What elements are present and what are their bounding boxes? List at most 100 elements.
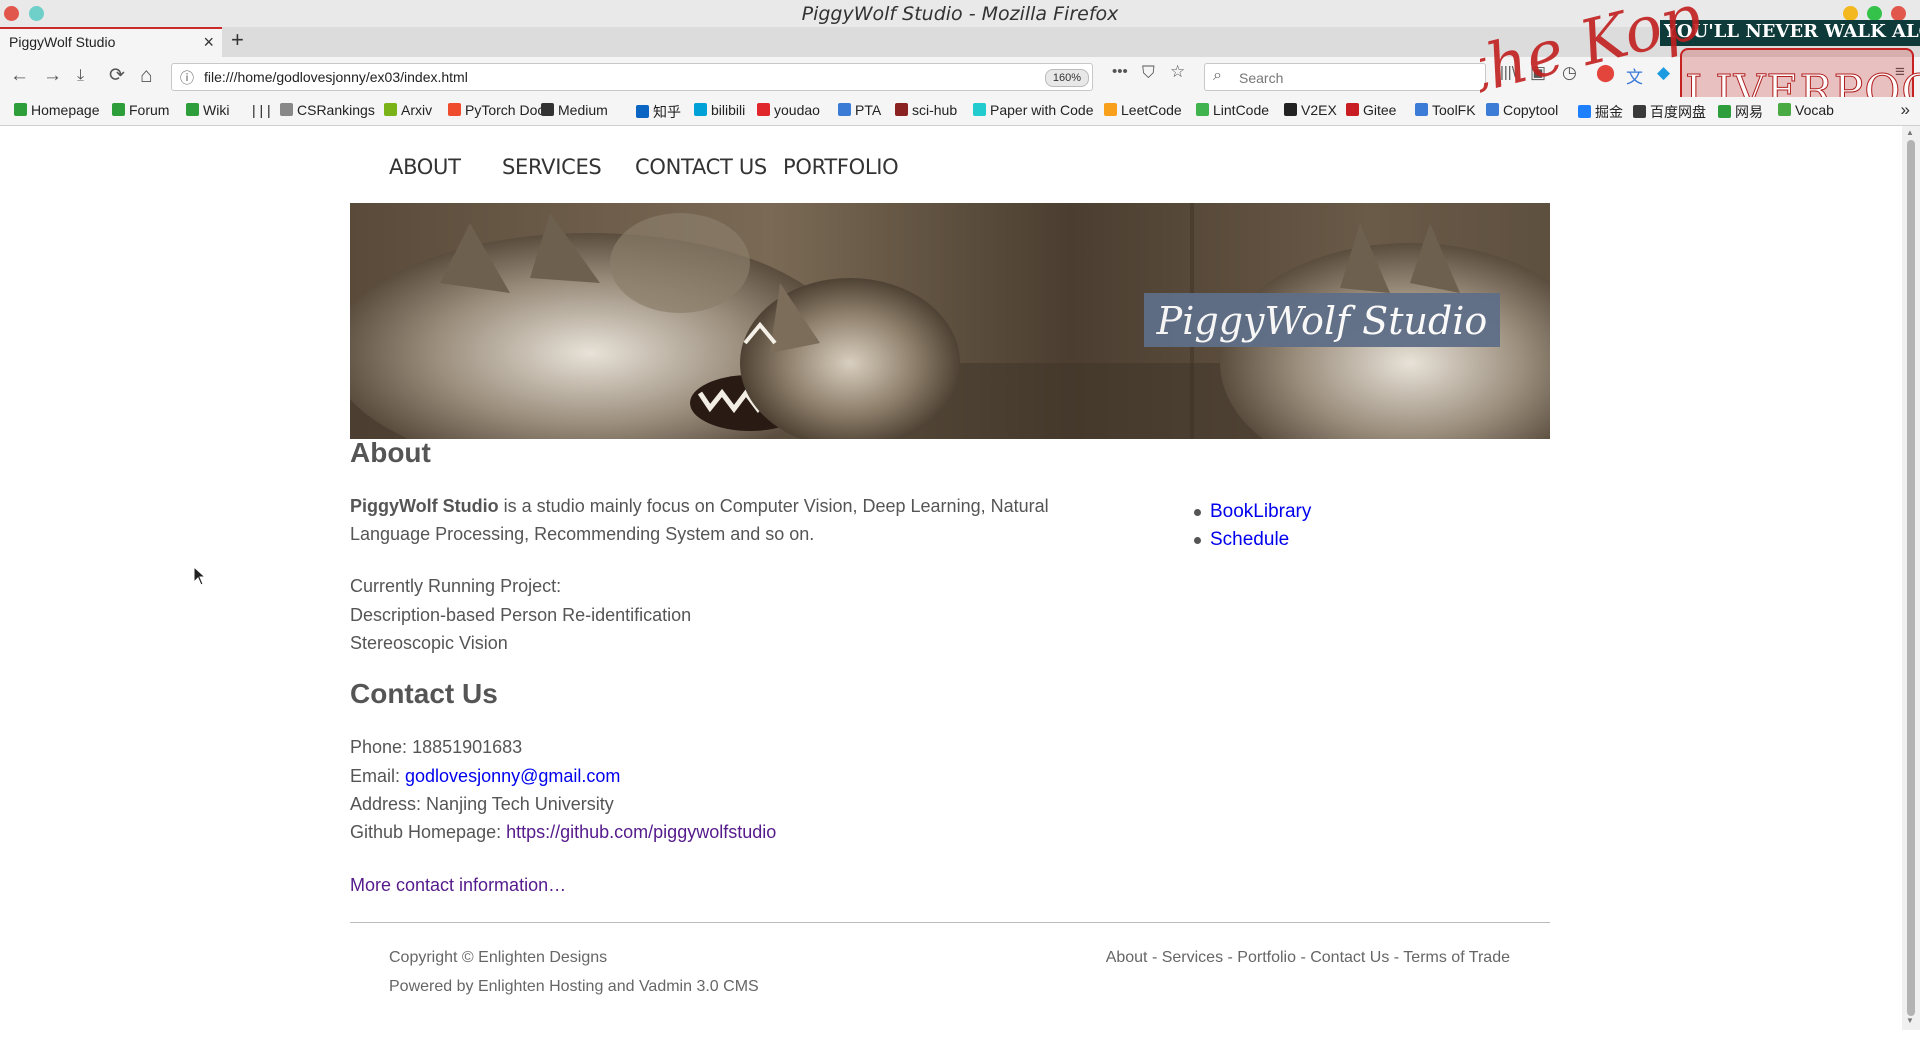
footer-link[interactable]: Terms of Trade	[1403, 949, 1510, 966]
pocket-icon[interactable]: ⛉	[1142, 63, 1155, 83]
bookmark-item[interactable]: Paper with Code	[973, 102, 1094, 118]
footer-separator: -	[1389, 949, 1404, 966]
bookmark-item[interactable]: bilibili	[694, 102, 745, 118]
bookmark-label: Vocab	[1795, 102, 1834, 118]
bookmark-favicon-icon	[14, 103, 27, 116]
bookmark-item[interactable]: Arxiv	[384, 102, 432, 118]
bookmark-label: PTA	[855, 102, 882, 118]
address-bar[interactable]: ⓘ file:///home/godlovesjonny/ex03/index.…	[171, 63, 1093, 91]
footer-divider	[350, 922, 1550, 923]
bookmarks-overflow-icon[interactable]: »	[1901, 100, 1910, 120]
footer-copyright: Copyright © Enlighten Designs	[389, 949, 608, 966]
window-maximize-icon[interactable]	[1867, 6, 1882, 21]
tab-close-icon[interactable]: ×	[203, 32, 214, 53]
bookmark-item[interactable]: | | |	[235, 102, 271, 118]
bookmark-item[interactable]: Forum	[112, 102, 169, 118]
url-text[interactable]: file:///home/godlovesjonny/ex03/index.ht…	[204, 69, 468, 85]
bookmark-item[interactable]: Gitee	[1346, 102, 1396, 118]
contact-github: Github Homepage: https://github.com/pigg…	[350, 818, 776, 846]
search-box[interactable]: ⌕ Search	[1204, 63, 1486, 91]
forward-icon[interactable]: →	[43, 66, 62, 86]
phone-label: Phone:	[350, 737, 413, 757]
bookmark-favicon-icon	[757, 103, 770, 116]
bookmark-item[interactable]: LeetCode	[1104, 102, 1182, 118]
extension-translate-icon[interactable]: 文	[1626, 63, 1643, 88]
page-scrollbar[interactable]: ▲ ▼	[1902, 126, 1920, 1030]
bookmark-item[interactable]: 百度网盘	[1633, 102, 1706, 122]
bookmark-label: LintCode	[1213, 102, 1270, 118]
sidebar-item: BookLibrary	[1192, 498, 1311, 526]
window-titlebar: PiggyWolf Studio - Mozilla Firefox	[0, 0, 1920, 28]
menu-about[interactable]: ABOUT	[389, 155, 461, 179]
navigation-toolbar: ← → ⤓ ⟳ ⌂ ⓘ file:///home/godlovesjonny/e…	[0, 57, 1920, 97]
bookmark-item[interactable]: Vocab	[1778, 102, 1834, 118]
bookmark-item[interactable]: youdao	[757, 102, 820, 118]
footer-link[interactable]: Services	[1162, 949, 1223, 966]
scroll-up-icon[interactable]: ▲	[1906, 128, 1914, 137]
bookmark-item[interactable]: PTA	[838, 102, 881, 118]
extension-location-icon[interactable]: ⬤	[1596, 63, 1615, 83]
bookmark-label: 网易	[1735, 104, 1763, 120]
footer-link[interactable]: Portfolio	[1237, 949, 1296, 966]
bookmark-favicon-icon	[235, 103, 248, 116]
booklibrary-link[interactable]: BookLibrary	[1210, 501, 1311, 522]
tab-piggywolf[interactable]: PiggyWolf Studio ×	[0, 27, 222, 57]
library-icon[interactable]: |||\	[1500, 64, 1516, 81]
menu-portfolio[interactable]: PORTFOLIO	[783, 155, 899, 179]
bookmark-favicon-icon	[1486, 103, 1499, 116]
bookmark-item[interactable]: 掘金	[1578, 102, 1623, 122]
bookmark-item[interactable]: V2EX	[1284, 102, 1337, 118]
contact-phone: Phone: 18851901683	[350, 733, 522, 761]
bookmark-label: Gitee	[1363, 102, 1397, 118]
bookmark-label: Homepage	[31, 102, 100, 118]
extension-cube-icon[interactable]: ◆	[1657, 63, 1670, 83]
bookmark-item[interactable]: LintCode	[1196, 102, 1269, 118]
sidebar-icon[interactable]: ▣	[1530, 63, 1546, 83]
downloads-icon[interactable]: ⤓	[77, 66, 84, 86]
github-link[interactable]: https://github.com/piggywolfstudio	[506, 822, 776, 842]
bookmark-favicon-icon	[1346, 103, 1359, 116]
back-icon[interactable]: ←	[10, 66, 29, 86]
window-minimize-icon[interactable]	[1843, 6, 1858, 21]
page-actions-icon[interactable]: •••	[1112, 63, 1128, 80]
zoom-indicator[interactable]: 160%	[1045, 69, 1089, 87]
bookmark-item[interactable]: Copytool	[1486, 102, 1558, 118]
schedule-link[interactable]: Schedule	[1210, 529, 1289, 550]
bookmark-favicon-icon	[541, 103, 554, 116]
reload-icon[interactable]: ⟳	[109, 66, 125, 86]
bookmark-label: CSRankings	[297, 102, 375, 118]
window-close-right-icon[interactable]	[1891, 6, 1906, 21]
bookmark-label: bilibili	[711, 102, 746, 118]
bookmark-item[interactable]: CSRankings	[280, 102, 375, 118]
home-icon[interactable]: ⌂	[140, 65, 153, 86]
menu-services[interactable]: SERVICES	[502, 155, 602, 179]
bookmark-item[interactable]: PyTorch Doc	[448, 102, 544, 118]
more-contact-link[interactable]: More contact information…	[350, 875, 566, 895]
new-tab-icon[interactable]: +	[231, 27, 244, 53]
bookmark-favicon-icon	[1196, 103, 1209, 116]
bookmark-item[interactable]: sci-hub	[895, 102, 957, 118]
bookmark-favicon-icon	[1578, 105, 1591, 118]
bookmark-favicon-icon	[1415, 103, 1428, 116]
bookmark-item[interactable]: 知乎	[636, 102, 681, 122]
bookmark-star-icon[interactable]: ☆	[1170, 62, 1185, 82]
site-info-icon[interactable]: ⓘ	[180, 68, 194, 88]
bookmark-item[interactable]: Medium	[541, 102, 608, 118]
footer-link[interactable]: About	[1106, 949, 1148, 966]
bookmark-item[interactable]: Wiki	[186, 102, 229, 118]
scroll-down-icon[interactable]: ▼	[1906, 1016, 1914, 1025]
address-label: Address:	[350, 794, 427, 814]
email-link[interactable]: godlovesjonny@gmail.com	[405, 766, 620, 786]
menu-icon[interactable]: ≡	[1895, 62, 1905, 82]
menu-contact-us[interactable]: CONTACT US	[635, 155, 767, 179]
footer-link[interactable]: Contact Us	[1310, 949, 1389, 966]
bookmark-item[interactable]: Homepage	[14, 102, 100, 118]
history-icon[interactable]: ◷	[1562, 63, 1577, 83]
contact-address: Address: Nanjing Tech University	[350, 790, 614, 818]
footer-separator: -	[1296, 949, 1311, 966]
bookmark-favicon-icon	[636, 105, 649, 118]
bookmark-favicon-icon	[112, 103, 125, 116]
bookmark-item[interactable]: 网易	[1718, 102, 1763, 122]
bookmark-item[interactable]: ToolFK	[1415, 102, 1476, 118]
scrollbar-thumb[interactable]	[1907, 140, 1915, 1016]
